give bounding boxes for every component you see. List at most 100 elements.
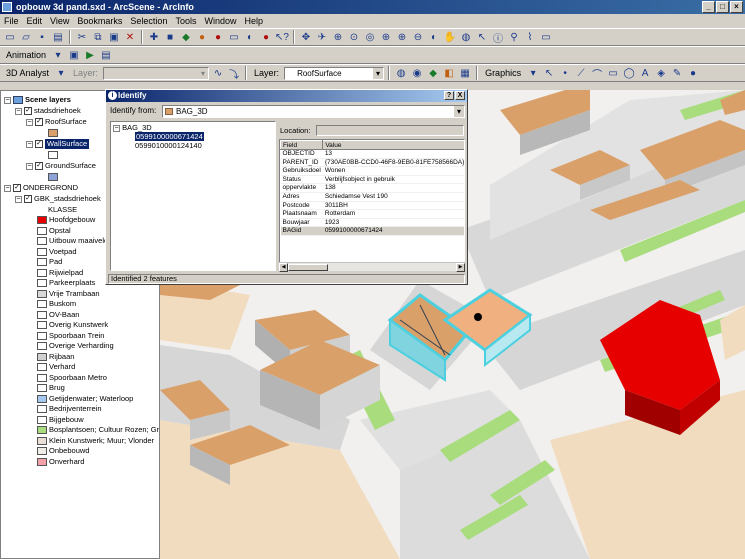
grid-horizontal-scrollbar[interactable]: ◀ ▶ (279, 262, 465, 272)
marker-color-icon[interactable]: ● (686, 66, 700, 80)
legend-item[interactable]: OV-Baan (37, 310, 79, 320)
menu-selection[interactable]: Selection (130, 14, 167, 28)
legend-item[interactable]: Klein Kunstwerk; Muur; Vlonder (37, 436, 154, 446)
legend-item[interactable]: Buskom (37, 299, 76, 309)
legend-item[interactable]: Spoorbaan Metro (37, 373, 107, 383)
save-icon[interactable]: ▪ (35, 30, 49, 44)
scroll-thumb[interactable] (288, 264, 328, 271)
extrude-icon[interactable]: ◧ (442, 66, 456, 80)
legend-item[interactable]: Overige Verharding (37, 341, 114, 351)
paste-icon[interactable]: ▣ (107, 30, 121, 44)
graphics-menu[interactable]: Graphics (482, 68, 524, 78)
zoom-to-target-icon[interactable]: ⊙ (347, 30, 361, 44)
tree-root[interactable]: − BAG_3D (113, 123, 152, 132)
animation-dropdown-icon[interactable]: ▾ (51, 48, 65, 62)
graphics-dropdown-icon[interactable]: ▾ (526, 66, 540, 80)
table-row[interactable]: Gebruiksdoel Wonen (280, 166, 464, 176)
legend-item[interactable]: Onbebouwd (37, 446, 89, 456)
arctoolbox-icon[interactable]: ● (195, 30, 209, 44)
menu-bookmarks[interactable]: Bookmarks (77, 14, 122, 28)
legend-item[interactable]: Verhard (37, 362, 75, 372)
toc-item-ondergrond[interactable]: − ✓ ONDERGROND (4, 183, 78, 193)
legend-item[interactable]: Overig Kunstwerk (37, 320, 108, 330)
line-icon[interactable]: ⟋ (574, 66, 588, 80)
menu-window[interactable]: Window (204, 14, 236, 28)
python-icon[interactable]: ● (259, 30, 273, 44)
table-row[interactable]: Status Verblijfsobject in gebruik (280, 175, 464, 185)
legend-item[interactable]: Rijwielpad (37, 268, 83, 278)
pan-hand-icon[interactable]: ✋ (443, 30, 457, 44)
menu-file[interactable]: File (4, 14, 19, 28)
copy-icon[interactable]: ⧉ (91, 30, 105, 44)
groundsurface-checkbox[interactable]: ✓ (35, 162, 43, 170)
toggle-view-icon[interactable]: ▭ (539, 30, 553, 44)
legend-item[interactable]: Getijdenwater; Waterloop (37, 394, 133, 404)
polygon-icon[interactable]: ⌒ (590, 66, 604, 81)
legend-item[interactable]: Bijgebouw (37, 415, 84, 425)
model-builder-icon[interactable]: ◐ (243, 30, 257, 44)
scroll-left-icon[interactable]: ◀ (279, 263, 288, 272)
play-animation-icon[interactable]: ▶ (83, 48, 97, 62)
menu-edit[interactable]: Edit (27, 14, 43, 28)
tree-item-feature-2[interactable]: 0599010000124140 (135, 141, 202, 150)
legend-item[interactable]: Uitbouw maaiveld (37, 236, 108, 246)
table-row[interactable]: BAGid 0599100000671424 (280, 226, 464, 236)
full-extent-icon[interactable]: ◍ (459, 30, 473, 44)
open-folder-icon[interactable]: ▱ (19, 30, 33, 44)
animation-menu[interactable]: Animation (3, 50, 49, 60)
col-value[interactable]: Value (322, 140, 464, 150)
3d-analyst-dropdown-icon[interactable]: ▾ (54, 66, 68, 80)
print-icon[interactable]: ▤ (51, 30, 65, 44)
stadsdriehoek-checkbox[interactable]: ✓ (24, 107, 32, 115)
menu-tools[interactable]: Tools (175, 14, 196, 28)
toolbox-icon[interactable]: ● (211, 30, 225, 44)
navigate-icon[interactable]: ✥ (299, 30, 313, 44)
legend-item[interactable]: Brug (37, 383, 65, 393)
cut-icon[interactable]: ✂ (75, 30, 89, 44)
legend-item[interactable]: Parkeerplaats (37, 278, 95, 288)
attributes-icon[interactable]: ▦ (458, 66, 472, 80)
new-file-icon[interactable]: ▭ (3, 30, 17, 44)
table-row[interactable]: Bouwjaar 1923 (280, 218, 464, 228)
table-row[interactable]: Plaatsnaam Rotterdam (280, 209, 464, 219)
legend-item[interactable]: Onverhard (37, 457, 84, 467)
minimize-button[interactable]: _ (702, 1, 715, 13)
command-line-icon[interactable]: ▭ (227, 30, 241, 44)
set-observer-icon[interactable]: ◎ (363, 30, 377, 44)
table-row[interactable]: OBJECTID 13 (280, 149, 464, 159)
3d-analyst-menu[interactable]: 3D Analyst (3, 68, 52, 78)
ondergrond-checkbox[interactable]: ✓ (13, 184, 21, 192)
legend-item[interactable]: Bosplantsoen; Cultuur Rozen; Gras; Gr (37, 425, 159, 435)
contour-tool-icon[interactable]: ∿ (211, 66, 225, 80)
toc-item-gbk[interactable]: − ✓ GBK_stadsdriehoek (15, 194, 101, 204)
legend-item[interactable]: Voetpad (37, 247, 77, 257)
capture-view-icon[interactable]: ▣ (67, 48, 81, 62)
legend-item[interactable]: Pad (37, 257, 62, 267)
editor-icon[interactable]: ◍ (394, 66, 408, 80)
narrow-fov-icon[interactable]: ◐ (427, 30, 441, 44)
zoom-in-out-icon[interactable]: ⊕ (379, 30, 393, 44)
select-graphics-icon[interactable]: ↖ (542, 66, 556, 80)
line-color-icon[interactable]: ✎ (670, 66, 684, 80)
toc-icon[interactable]: ■ (163, 30, 177, 44)
table-row[interactable]: Adres Schiedamse Vest 190 (280, 192, 464, 202)
legend-item[interactable]: Hoofdgebouw (37, 215, 95, 225)
identify-icon[interactable]: ⓘ (491, 30, 505, 45)
toc-item-wallsurface[interactable]: − ✓ WallSurface (26, 139, 90, 149)
layer-icon[interactable]: ◆ (179, 30, 193, 44)
scroll-right-icon[interactable]: ▶ (456, 263, 465, 272)
target-center-icon[interactable]: ⊕ (331, 30, 345, 44)
toc-item-stadsdriehoek[interactable]: − ✓ stadsdriehoek (15, 106, 81, 116)
toc-item-groundsurface[interactable]: − ✓ GroundSurface (26, 161, 96, 171)
zoom-out-icon[interactable]: ⊖ (411, 30, 425, 44)
delete-icon[interactable]: ✕ (123, 30, 137, 44)
whats-this-icon[interactable]: ↖? (275, 30, 289, 44)
legend-item[interactable]: Rijbaan (37, 352, 74, 362)
point-icon[interactable]: • (558, 66, 572, 80)
roofsurface-checkbox[interactable]: ✓ (35, 118, 43, 126)
help-button[interactable]: ? (444, 91, 454, 100)
fill-color-icon[interactable]: ◈ (654, 66, 668, 80)
legend-item[interactable]: Vrije Trambaan (37, 289, 100, 299)
maximize-button[interactable]: □ (716, 1, 729, 13)
circle-icon[interactable]: ◯ (622, 66, 636, 80)
